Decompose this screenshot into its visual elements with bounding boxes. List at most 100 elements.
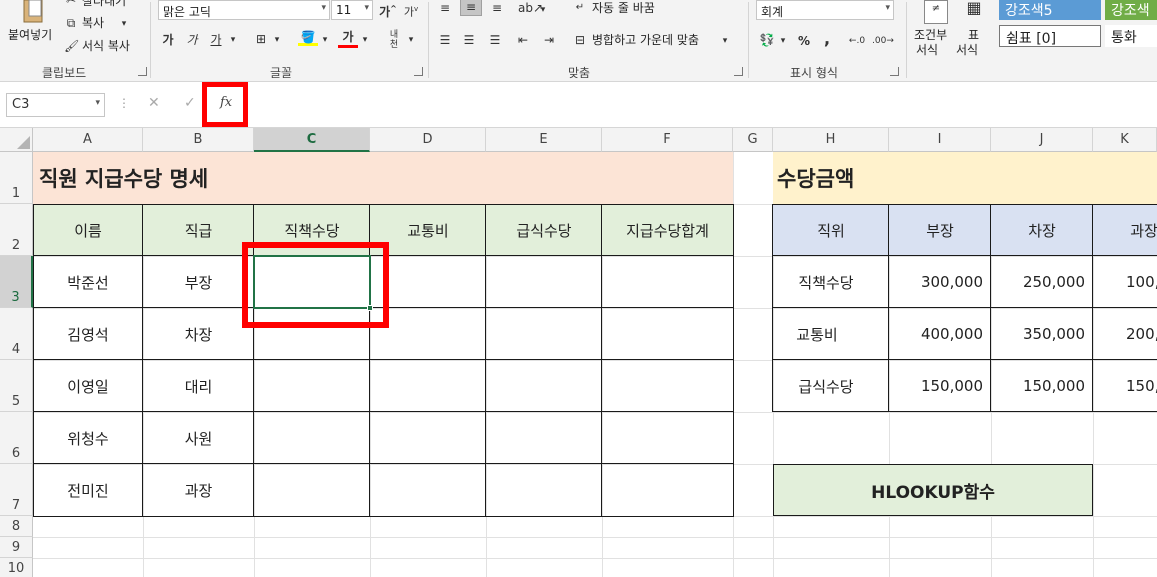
merge-center-button[interactable]: 병합하고 가운데 맞춤 [592,33,699,47]
cut-button[interactable]: 잘라내기 [82,0,126,8]
shrink-font-icon[interactable]: 가v [402,1,420,21]
format-painter-button[interactable]: 서식 복사 [82,39,130,53]
row-header-9[interactable]: 9 [0,537,33,558]
allowance-value[interactable]: 150,000 [889,360,991,412]
percent-style-button[interactable]: % [796,33,812,49]
allowance-value[interactable]: 400,000 [889,308,991,360]
grow-font-icon[interactable]: 가^ [378,1,398,20]
paste-icon[interactable] [18,0,48,26]
underline-dropdown-icon[interactable]: ▾ [228,32,238,48]
font-size-combo[interactable]: 11 ▾ [331,0,373,20]
borders-dropdown-icon[interactable]: ▾ [272,32,282,48]
increase-indent-icon[interactable]: ⇥ [540,32,558,48]
align-bottom-icon[interactable]: ≡ [488,0,506,16]
style-comma0[interactable]: 쉼표 [0] [999,25,1101,47]
alignment-launcher-icon[interactable] [734,67,743,76]
copy-dropdown-icon[interactable]: ▾ [118,16,130,32]
row-header-3[interactable]: 3 [0,256,33,308]
accounting-format-icon[interactable]: 💱 [758,32,776,48]
bold-button[interactable]: 가 [160,32,176,48]
cancel-icon[interactable]: ✕ [148,95,160,111]
allowance-label[interactable]: 급식수당 [773,360,879,412]
format-as-table-button[interactable]: 표 [968,28,979,42]
right-table-title[interactable]: 수당금액 [773,152,1157,204]
style-accent6[interactable]: 강조색 [1105,0,1157,20]
formula-input[interactable] [256,93,1157,117]
orientation-dropdown-icon[interactable]: ▾ [538,2,548,18]
copy-icon[interactable]: ⧉ [64,15,78,31]
font-launcher-icon[interactable] [414,67,423,76]
row-header-1[interactable]: 1 [0,152,33,204]
align-center-icon[interactable]: ☰ [460,32,478,48]
font-color-icon[interactable]: 가 [338,29,358,48]
font-color-dropdown-icon[interactable]: ▾ [360,32,370,48]
fill-color-icon[interactable]: 🪣 [298,29,318,46]
accounting-dropdown-icon[interactable]: ▾ [778,33,788,49]
number-format-combo[interactable]: 회계 ▾ [756,0,894,20]
merge-dropdown-icon[interactable]: ▾ [720,33,730,49]
wrap-text-icon[interactable]: ↵ [572,0,588,16]
style-currency[interactable]: 통화 [1105,25,1157,47]
font-name-combo[interactable]: 맑은 고딕 ▾ [158,0,330,20]
header-deputy[interactable]: 차장 [991,204,1093,256]
allowance-value[interactable]: 350,000 [991,308,1093,360]
allowance-value[interactable]: 150, [1126,360,1157,412]
cut-icon[interactable]: ✂ [64,0,78,8]
row-header-8[interactable]: 8 [0,516,33,537]
conditional-format-icon[interactable]: ≠ [924,0,948,24]
align-left-icon[interactable]: ☰ [436,32,454,48]
phonetic-dropdown-icon[interactable]: ▾ [406,32,416,48]
enter-icon[interactable]: ✓ [184,95,196,111]
fill-color-dropdown-icon[interactable]: ▾ [320,32,330,48]
column-header-e[interactable]: E [486,128,602,152]
allowance-value[interactable]: 150,000 [991,360,1093,412]
merge-center-icon[interactable]: ⊟ [572,32,588,48]
column-header-c[interactable]: C [254,128,370,152]
copy-button[interactable]: 복사 [82,16,104,30]
left-table-title[interactable]: 직원 지급수당 명세 [33,152,733,204]
hlookup-label[interactable]: HLOOKUP함수 [773,464,1093,516]
allowance-label[interactable]: 직책수당 [773,256,879,308]
column-header-g[interactable]: G [733,128,773,152]
row-header-5[interactable]: 5 [0,360,33,412]
column-header-f[interactable]: F [602,128,733,152]
italic-button[interactable]: 가 [184,32,200,48]
clipboard-launcher-icon[interactable] [138,67,147,76]
align-right-icon[interactable]: ☰ [486,32,504,48]
select-all-corner[interactable] [0,128,33,152]
increase-decimal-icon[interactable]: ←.0 [846,33,868,49]
header-section-chief[interactable]: 과장 [1093,204,1157,256]
decrease-decimal-icon[interactable]: .00→ [872,33,894,49]
row-header-10[interactable]: 10 [0,558,33,577]
comma-style-button[interactable]: , [820,31,834,47]
column-header-i[interactable]: I [889,128,991,152]
column-header-d[interactable]: D [370,128,486,152]
allowance-value[interactable]: 250,000 [991,256,1093,308]
row-header-6[interactable]: 6 [0,412,33,464]
column-header-k[interactable]: K [1093,128,1157,152]
decrease-indent-icon[interactable]: ⇤ [514,32,532,48]
phonetic-icon[interactable]: 내천 [384,30,404,50]
align-middle-icon[interactable]: ≡ [460,0,482,16]
row-header-7[interactable]: 7 [0,464,33,516]
align-top-icon[interactable]: ≡ [436,0,454,16]
column-header-h[interactable]: H [773,128,889,152]
paste-button[interactable]: 붙여넣기 [8,28,52,42]
orientation-icon[interactable]: ab↗ [518,0,543,16]
header-manager[interactable]: 부장 [889,204,991,256]
format-painter-icon[interactable]: 🖌 [64,38,79,54]
column-header-j[interactable]: J [991,128,1093,152]
style-accent5[interactable]: 강조색5 [999,0,1101,20]
name-box[interactable]: C3 ▾ [6,93,105,117]
number-launcher-icon[interactable] [890,67,899,76]
row-header-4[interactable]: 4 [0,308,33,360]
underline-button[interactable]: 가 [208,32,224,48]
conditional-format-button[interactable]: 조건부 [914,28,947,42]
column-header-a[interactable]: A [33,128,143,152]
wrap-text-button[interactable]: 자동 줄 바꿈 [592,1,655,15]
name-box-dropdown-icon[interactable]: ▾ [95,98,100,108]
column-header-b[interactable]: B [143,128,254,152]
allowance-value[interactable]: 300,000 [889,256,991,308]
format-as-table-icon[interactable]: ▦ [962,0,986,24]
header-position[interactable]: 직위 [773,204,889,256]
